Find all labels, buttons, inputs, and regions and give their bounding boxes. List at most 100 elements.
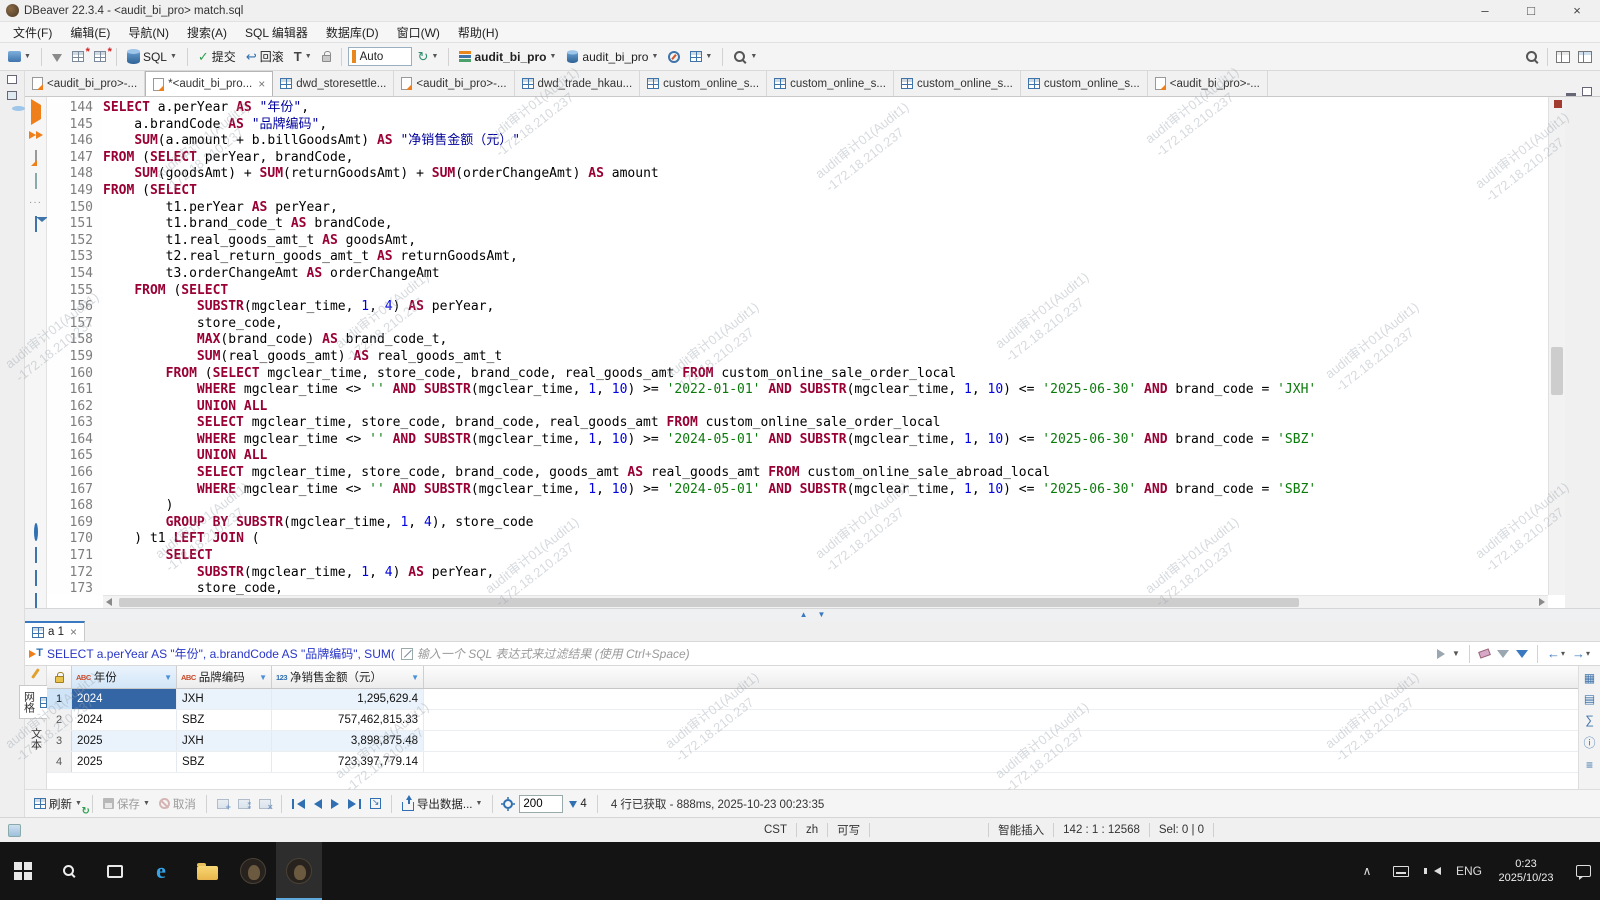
editor-tab[interactable]: custom_online_s... [1021,71,1148,96]
output-panel-icon[interactable] [35,548,37,562]
duplicate-row-icon[interactable]: ⁑ [235,797,253,811]
filter-placeholder[interactable]: 输入一个 SQL 表达式来过滤结果 (使用 Ctrl+Space) [417,645,1431,662]
status-insert-mode[interactable]: 智能插入 [989,822,1053,838]
row-number[interactable]: 4 [47,752,72,772]
close-button[interactable]: × [1554,0,1600,21]
vscrollbar-thumb[interactable] [1551,347,1563,395]
grid-cell[interactable]: 723,397,779.14 [272,752,424,772]
presentation-tab-text[interactable]: 文本 [27,723,45,755]
editor-tab[interactable]: custom_online_s... [894,71,1021,96]
add-row-icon[interactable]: + [214,797,232,811]
cancel-button[interactable]: 取消 [156,794,199,814]
download-arrow-icon[interactable] [48,49,66,64]
save-button[interactable]: 保存 ▼ [100,794,153,814]
sql-perspective-icon[interactable] [1574,49,1596,65]
editor-hscrollbar[interactable] [103,595,1548,608]
panel-metadata-icon[interactable]: ⓘ [1583,734,1595,751]
grid-corner[interactable] [47,666,72,688]
execute-sql-icon[interactable] [31,105,41,119]
editor-vscrollbar[interactable] [1548,97,1565,595]
tray-chevron-icon[interactable]: ∧ [1350,842,1384,900]
grid-cell[interactable]: 2024 [72,689,177,709]
hscrollbar-thumb[interactable] [119,598,1299,607]
editor-tab[interactable]: custom_online_s... [640,71,767,96]
column-header[interactable]: 123净销售金额（元）▼ [272,666,424,688]
editor-tab[interactable]: <audit_bi_pro>-... [25,71,145,96]
grid-cell[interactable]: 3,898,875.48 [272,731,424,751]
save-filter-icon[interactable] [1514,649,1530,659]
explain-plan-icon[interactable] [35,174,37,188]
history-forward-icon[interactable]: →▾ [1570,645,1592,662]
menu-item[interactable]: 窗口(W) [388,24,449,41]
minimize-panel-icon[interactable] [1566,86,1576,96]
filter-dropdown-icon[interactable]: ▼ [1450,648,1462,659]
open-view-icon[interactable] [7,91,17,100]
restore-view-icon[interactable] [7,75,17,84]
editor-tab[interactable]: *<audit_bi_pro...× [145,71,273,96]
maximize-button[interactable]: □ [1508,0,1554,21]
data-grid[interactable]: ABC年份▼ABC品牌编码▼123净销售金额（元）▼ 12024JXH1,295… [47,666,1578,789]
rollback-button[interactable]: ↩回滚 [242,46,288,67]
taskbar-clock[interactable]: 0:23 2025/10/23 [1486,842,1566,900]
goto-row-icon[interactable] [367,796,384,811]
transaction-log-icon[interactable]: T▼ [290,47,316,66]
filter-expression[interactable]: SELECT a.perYear AS "年份", a.brandCode AS… [47,645,395,662]
language-indicator[interactable]: ENG [1452,842,1486,900]
fetch-next-icon[interactable]: 4 [566,796,589,812]
grid-cell[interactable]: SBZ [177,752,272,772]
last-row-icon[interactable] [345,797,364,811]
row-number[interactable]: 2 [47,710,72,730]
task-view-icon[interactable] [92,842,138,900]
menu-item[interactable]: 编辑(E) [61,24,119,41]
open-file-icon[interactable] [35,594,37,608]
editor-tab[interactable]: <audit_bi_pro>-... [1148,71,1268,96]
settings-gear-icon[interactable] [34,525,38,539]
result-settings-gear-icon[interactable] [500,797,516,811]
file-explorer-icon[interactable] [184,842,230,900]
navigator-compass-icon[interactable] [664,49,684,65]
menu-item[interactable]: 数据库(D) [317,24,388,41]
panel-calc-icon[interactable]: ∑ [1585,713,1594,727]
menu-item[interactable]: 导航(N) [119,24,178,41]
splitter-up-icon[interactable]: ▲ [800,611,808,619]
log-panel-icon[interactable] [35,571,37,585]
status-writable[interactable]: 可写 [828,822,869,838]
grid-cell[interactable]: 2025 [72,752,177,772]
editor-tab[interactable]: dwd_storesettle... [273,71,394,96]
minimize-button[interactable]: – [1462,0,1508,21]
tray-pc-icon[interactable] [1384,842,1418,900]
next-row-icon[interactable] [328,797,342,811]
quick-search-icon[interactable] [1521,48,1543,66]
delete-row-icon[interactable]: × [256,797,274,811]
execute-script-icon[interactable] [35,151,37,165]
status-caret-position[interactable]: 142 : 1 : 12568 [1054,824,1149,836]
more-actions-icon[interactable]: ··· [29,197,42,208]
splitter-down-icon[interactable]: ▼ [818,611,826,619]
results-tab[interactable]: a 1 × [25,621,85,641]
previous-row-icon[interactable] [311,797,325,811]
sort-dropdown-icon[interactable]: ▼ [164,673,172,682]
grid-cell[interactable]: JXH [177,731,272,751]
edge-icon[interactable]: e [138,842,184,900]
expand-filter-icon[interactable] [401,648,413,660]
sort-dropdown-icon[interactable]: ▼ [411,673,419,682]
transaction-history-icon[interactable]: ↻▼ [414,47,443,67]
panel-value-icon[interactable]: ▦ [1584,671,1595,685]
rollback-pending-icon[interactable]: * [90,49,110,64]
taskbar-search-icon[interactable] [46,842,92,900]
grid-cell[interactable]: 2024 [72,710,177,730]
sql-editor-button[interactable]: SQL▼ [123,48,181,66]
menu-item[interactable]: 文件(F) [4,24,61,41]
commit-button[interactable]: ✓提交 [194,46,240,67]
execute-new-tab-icon[interactable] [29,128,43,142]
editor-results-splitter[interactable]: ▲ ▼ [25,608,1600,621]
commit-mode-combo[interactable]: Auto [348,47,412,66]
tab-close-icon[interactable]: × [70,625,77,639]
export-data-button[interactable]: 导出数据... ▼ [399,794,486,814]
volume-icon[interactable] [1418,842,1452,900]
first-row-icon[interactable] [289,797,308,811]
dbeaver-taskbar-icon-active[interactable] [276,842,322,900]
commit-pending-icon[interactable]: * [68,49,88,64]
schema-selector[interactable]: audit_bi_pro▼ [562,48,662,66]
start-button[interactable] [0,842,46,900]
